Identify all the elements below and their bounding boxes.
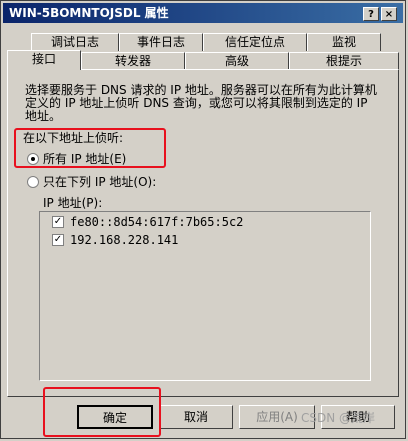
tab-root-hints[interactable]: 根提示 <box>289 52 399 70</box>
tab-interfaces[interactable]: 接口 <box>7 50 81 70</box>
annotation-box-listen <box>14 128 166 168</box>
tab-trust-anchors[interactable]: 信任定位点 <box>203 33 307 51</box>
window-title: WIN-5BOMNTOJSDL 属性 <box>9 6 169 20</box>
title-bar: WIN-5BOMNTOJSDL 属性 ? × <box>3 3 403 23</box>
help-title-button[interactable]: ? <box>363 7 379 21</box>
tab-debug-log[interactable]: 调试日志 <box>31 33 119 51</box>
tab-monitoring[interactable]: 监视 <box>307 33 381 51</box>
close-title-button[interactable]: × <box>381 7 397 21</box>
tab-forwarders[interactable]: 转发器 <box>81 52 185 70</box>
tab-advanced[interactable]: 高级 <box>185 52 289 70</box>
watermark-text: CSDN @荒岸 <box>301 411 376 425</box>
tab-event-log[interactable]: 事件日志 <box>119 33 203 51</box>
cancel-button[interactable]: 取消 <box>159 405 233 429</box>
interfaces-panel <box>7 69 399 397</box>
properties-dialog: WIN-5BOMNTOJSDL 属性 ? × 调试日志 事件日志 信任定位点 监… <box>0 0 406 439</box>
annotation-box-ok <box>43 387 161 437</box>
